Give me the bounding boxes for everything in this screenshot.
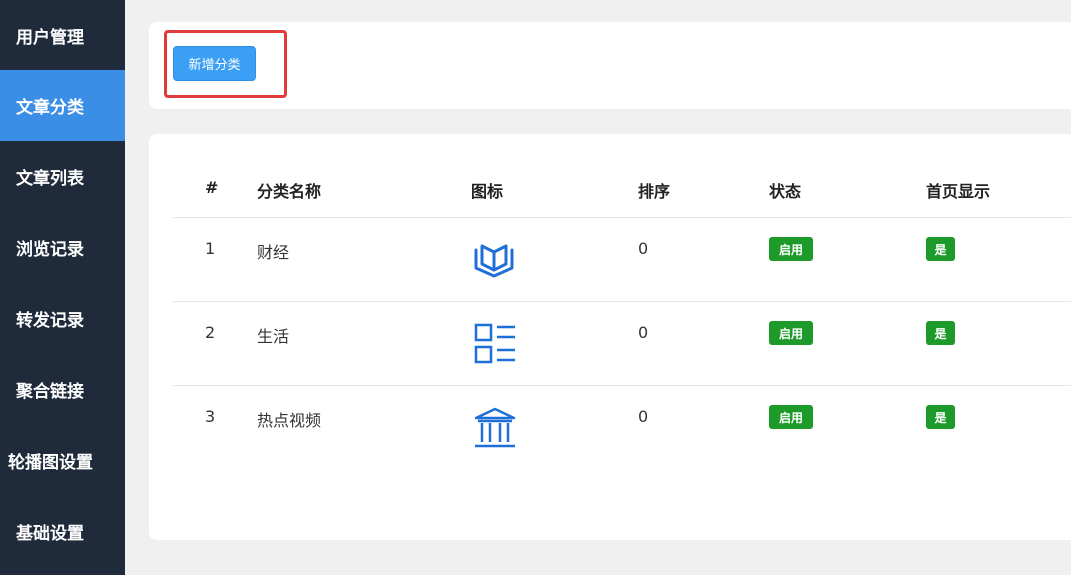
sidebar-item-share-records[interactable]: 转发记录 [0, 283, 125, 354]
sidebar-item-browse-records[interactable]: 浏览记录 [0, 212, 125, 283]
header-icon: 图标 [471, 182, 504, 201]
header-name: 分类名称 [257, 182, 322, 201]
row-name: 财经 [257, 243, 290, 262]
status-badge: 启用 [769, 321, 813, 345]
status-badge: 启用 [769, 237, 813, 261]
row-sort: 0 [638, 407, 649, 426]
header-home: 首页显示 [926, 182, 991, 201]
table-header: # 分类名称 图标 排序 状态 首页显示 [173, 160, 1071, 218]
sidebar-item-label: 浏览记录 [16, 240, 84, 260]
sidebar-item-label: 基础设置 [16, 524, 84, 544]
add-category-button[interactable]: 新增分类 [173, 46, 256, 81]
home-display-badge: 是 [926, 405, 955, 429]
sidebar-item-label: 聚合链接 [16, 382, 84, 402]
sidebar-item-label: 用户管理 [16, 27, 84, 48]
row-index: 3 [205, 407, 216, 426]
table-row: 1 财经 0 启用 是 [173, 218, 1071, 302]
status-badge: 启用 [769, 405, 813, 429]
book-icon [473, 238, 517, 282]
home-display-badge: 是 [926, 237, 955, 261]
home-display-badge: 是 [926, 321, 955, 345]
sidebar-item-aggregate-links[interactable]: 聚合链接 [0, 354, 125, 425]
sidebar-item-label: 文章分类 [16, 98, 84, 118]
table-row: 3 热点视频 0 启用 是 [173, 386, 1071, 470]
row-sort: 0 [638, 239, 649, 258]
sidebar-item-label: 轮播图设置 [8, 453, 93, 473]
sidebar-item-label: 文章列表 [16, 169, 84, 189]
sidebar-item-article-list[interactable]: 文章列表 [0, 141, 125, 212]
toolbar-card [149, 22, 1071, 109]
header-sort: 排序 [638, 182, 671, 201]
bank-icon [473, 406, 517, 450]
row-name: 热点视频 [257, 411, 322, 430]
sidebar-item-carousel-settings[interactable]: 轮播图设置 [0, 425, 125, 496]
sidebar-item-label: 转发记录 [16, 311, 84, 331]
row-name: 生活 [257, 327, 290, 346]
row-index: 2 [205, 323, 216, 342]
sidebar-item-article-categories[interactable]: 文章分类 [0, 70, 125, 141]
sidebar-item-users[interactable]: 用户管理 [0, 0, 125, 70]
header-status: 状态 [769, 182, 802, 201]
row-index: 1 [205, 239, 216, 258]
list-icon [473, 322, 517, 366]
sidebar: 用户管理 文章分类 文章列表 浏览记录 转发记录 聚合链接 轮播图设置 基础设置 [0, 0, 125, 575]
sidebar-item-basic-settings[interactable]: 基础设置 [0, 496, 125, 567]
table-row: 2 生活 0 启用 是 [173, 302, 1071, 386]
header-index: # [205, 178, 219, 197]
row-sort: 0 [638, 323, 649, 342]
